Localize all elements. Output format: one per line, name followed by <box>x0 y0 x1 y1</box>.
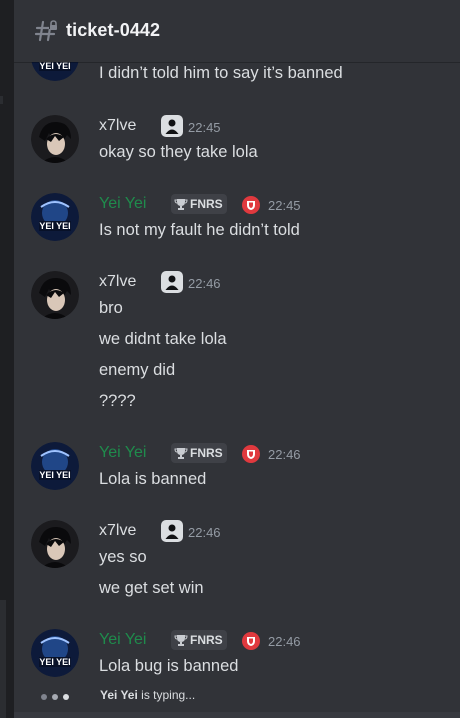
sidebar-marker <box>0 96 3 104</box>
tag-label: FNRS <box>190 633 223 647</box>
timestamp[interactable]: 22:46 <box>188 525 221 540</box>
avatar-yeiyei[interactable]: YEI YEI <box>31 193 79 241</box>
timestamp[interactable]: 22:46 <box>268 447 301 462</box>
hash-icon <box>34 19 58 42</box>
avatar-yeiyei[interactable]: YEI YEI <box>31 442 79 490</box>
timestamp[interactable]: 22:45 <box>188 120 221 135</box>
typing-indicator: Yei Yei is typing... <box>14 683 460 709</box>
svg-text:YEI YEI: YEI YEI <box>39 470 70 480</box>
avatar-x7lve[interactable] <box>31 271 79 319</box>
tag-label: FNRS <box>190 446 223 460</box>
author-name[interactable]: Yei Yei <box>99 631 146 649</box>
timestamp[interactable]: 22:46 <box>268 634 301 649</box>
typing-dot <box>63 694 69 700</box>
message-line: we didnt take lola <box>99 330 227 348</box>
typing-dot <box>41 694 47 700</box>
message-line: Is not my fault he didn’t told <box>99 221 300 239</box>
server-sidebar-edge <box>0 0 14 718</box>
message-line: bro <box>99 299 123 317</box>
author-name[interactable]: x7lve <box>99 522 136 540</box>
trophy-icon <box>174 199 188 210</box>
server-tag[interactable]: FNRS <box>171 630 227 650</box>
typing-suffix: is typing... <box>137 688 196 702</box>
svg-text:YEI YEI: YEI YEI <box>39 221 70 231</box>
avatar-x7lve[interactable] <box>31 520 79 568</box>
trophy-icon <box>174 635 188 646</box>
message-input-edge[interactable] <box>14 712 460 718</box>
timestamp[interactable]: 22:45 <box>268 198 301 213</box>
server-tag[interactable]: FNRS <box>171 194 227 214</box>
trophy-icon <box>174 448 188 459</box>
message-line: Lola is banned <box>99 470 207 488</box>
timestamp[interactable]: 22:46 <box>188 276 221 291</box>
message-line: Lola bug is banned <box>99 657 239 675</box>
red-shield-badge-icon[interactable] <box>242 632 260 650</box>
red-shield-badge-icon[interactable] <box>242 445 260 463</box>
message-line: ???? <box>99 392 136 410</box>
message-list[interactable]: YEI YEI I didn’t told him to say it’s ba… <box>14 0 460 718</box>
author-name[interactable]: x7lve <box>99 273 136 291</box>
message-line: we get set win <box>99 579 204 597</box>
person-badge-icon[interactable] <box>161 115 183 137</box>
avatar-yeiyei[interactable]: YEI YEI <box>31 629 79 677</box>
channel-title[interactable]: ticket-0442 <box>66 20 160 41</box>
channel-header: ticket-0442 <box>14 0 460 62</box>
chat-panel: YEI YEI I didn’t told him to say it’s ba… <box>14 0 460 718</box>
message-line: yes so <box>99 548 147 566</box>
message-line: enemy did <box>99 361 176 379</box>
typing-text: Yei Yei is typing... <box>100 688 195 702</box>
author-name[interactable]: Yei Yei <box>99 444 146 462</box>
sidebar-lower-edge <box>0 600 6 718</box>
author-name[interactable]: Yei Yei <box>99 195 146 213</box>
author-name[interactable]: x7lve <box>99 117 136 135</box>
avatar-x7lve[interactable] <box>31 115 79 163</box>
svg-text:YEI YEI: YEI YEI <box>39 61 70 71</box>
message-line: I didn’t told him to say it’s banned <box>99 64 343 82</box>
typing-dot <box>52 694 58 700</box>
tag-label: FNRS <box>190 197 223 211</box>
message-line: okay so they take lola <box>99 143 258 161</box>
svg-text:YEI YEI: YEI YEI <box>39 657 70 667</box>
person-badge-icon[interactable] <box>161 520 183 542</box>
red-shield-badge-icon[interactable] <box>242 196 260 214</box>
server-tag[interactable]: FNRS <box>171 443 227 463</box>
person-badge-icon[interactable] <box>161 271 183 293</box>
typing-user: Yei Yei <box>100 688 138 702</box>
